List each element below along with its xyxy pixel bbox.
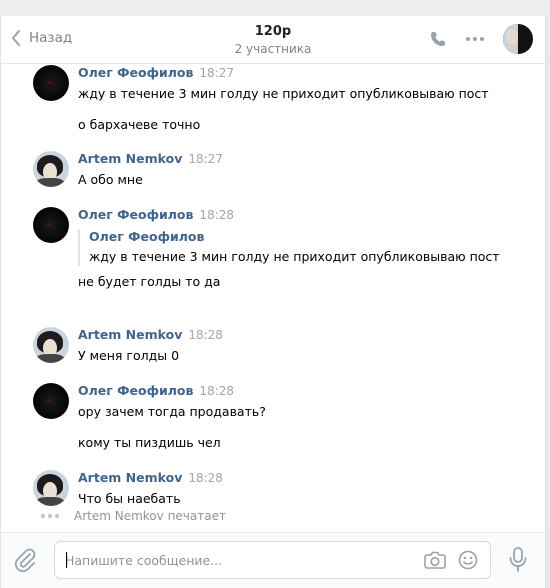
chevron-left-icon <box>12 30 20 46</box>
typing-dots-icon <box>41 514 59 518</box>
message-time: 18:27 <box>199 66 235 80</box>
message-author[interactable]: Олег Феофилов <box>78 65 193 80</box>
message-time: 18:28 <box>199 208 235 222</box>
message-author[interactable]: Artem Nemkov <box>78 327 182 342</box>
message-text: У меня голды 0 <box>78 348 180 363</box>
message-history: Олег Феофилов 18:27 жду в течение 3 мин г… <box>1 65 545 533</box>
message-group: Artem Nemkov 18:28 Что бы наебать <box>33 470 533 508</box>
chat-window: Назад 120р 2 участника Олег Феофилов 18:… <box>0 16 546 588</box>
message-time: 18:28 <box>188 471 223 485</box>
typing-indicator: Artem Nemkov печатает <box>41 509 226 523</box>
typing-text: Artem Nemkov печатает <box>74 509 226 523</box>
message-group: Олег Феофилов 18:27 жду в течение 3 мин г… <box>33 65 533 134</box>
forwarded-author: Олег Феофилов <box>89 229 205 244</box>
paperclip-icon[interactable] <box>13 547 37 576</box>
message-group: Олег Феофилов 18:28 Олег Феофилов жду в т… <box>33 207 533 291</box>
avatar[interactable] <box>33 470 69 506</box>
microphone-icon[interactable] <box>509 547 527 576</box>
message-text: А обо мне <box>78 172 143 187</box>
back-button[interactable]: Назад <box>11 30 72 46</box>
more-dots-icon[interactable] <box>465 36 485 42</box>
message-group: Artem Nemkov 18:28 У меня голды 0 <box>33 327 533 365</box>
chat-header: Назад 120р 2 участника <box>1 16 545 64</box>
message-text: кому ты пиздишь чел <box>78 435 221 450</box>
forwarded-text: жду в течение 3 мин голду не приходит оп… <box>89 249 500 264</box>
message-input-box[interactable] <box>54 541 491 579</box>
message-author[interactable]: Artem Nemkov <box>78 151 182 166</box>
forwarded-message[interactable]: Олег Феофилов жду в течение 3 мин голду … <box>78 229 533 266</box>
camera-icon[interactable] <box>424 550 446 573</box>
avatar[interactable] <box>33 207 69 243</box>
message-text: не будет голды то да <box>78 274 221 289</box>
input-actions <box>424 550 478 573</box>
message-group: Олег Феофилов 18:28 ору зачем тогда прода… <box>33 383 533 452</box>
back-label: Назад <box>29 30 73 46</box>
message-text: Что бы наебать <box>78 491 181 506</box>
message-author[interactable]: Artem Nemkov <box>78 470 182 485</box>
message-time: 18:28 <box>188 328 223 342</box>
avatar[interactable] <box>33 65 69 101</box>
header-actions <box>429 24 533 54</box>
phone-icon[interactable] <box>429 30 447 48</box>
smiley-icon[interactable] <box>458 550 478 573</box>
message-text: ору зачем тогда продавать? <box>78 404 266 419</box>
message-input[interactable] <box>65 542 405 578</box>
avatar[interactable] <box>33 327 69 363</box>
top-strip <box>0 0 550 16</box>
text-caret <box>66 552 67 568</box>
message-text: жду в течение 3 мин голду не приходит оп… <box>78 86 489 101</box>
chat-avatar[interactable] <box>503 24 533 54</box>
composer <box>1 532 545 588</box>
message-author[interactable]: Олег Феофилов <box>78 383 193 398</box>
avatar[interactable] <box>33 151 69 187</box>
message-group: Artem Nemkov 18:27 А обо мне <box>33 151 533 189</box>
message-text: о бархачеве точно <box>78 117 201 132</box>
message-author[interactable]: Олег Феофилов <box>78 207 193 222</box>
message-time: 18:27 <box>188 152 223 166</box>
message-time: 18:28 <box>199 384 235 398</box>
avatar[interactable] <box>33 383 69 419</box>
